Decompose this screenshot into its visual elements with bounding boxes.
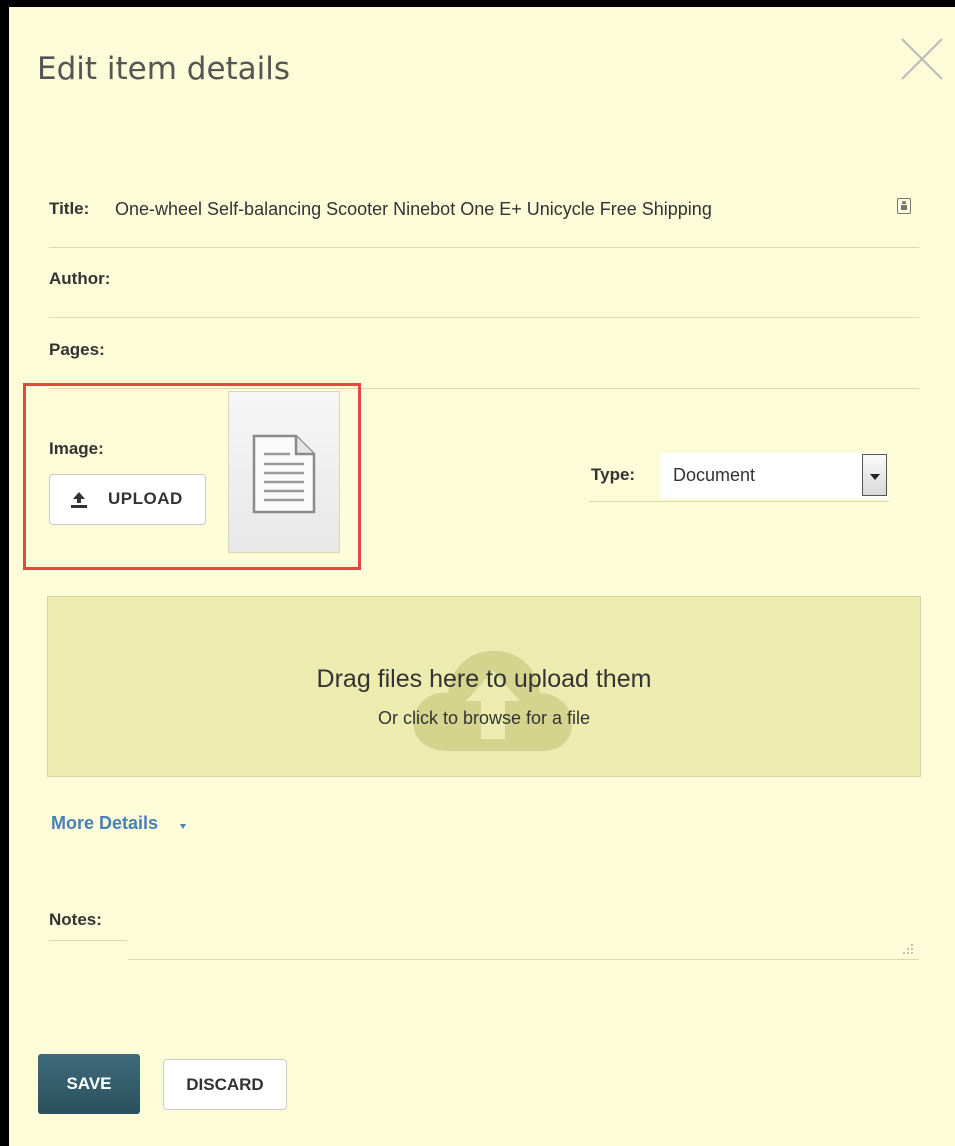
notes-label: Notes: — [49, 910, 102, 929]
file-dropzone[interactable]: Drag files here to upload them Or click … — [47, 596, 921, 777]
author-label: Author: — [49, 269, 111, 288]
title-value[interactable]: One-wheel Self-balancing Scooter Ninebot… — [115, 198, 712, 220]
edit-item-dialog: Edit item details Title: One-wheel Self-… — [9, 7, 955, 1146]
type-label: Type: — [591, 465, 636, 484]
upload-button[interactable]: UPLOAD — [49, 474, 206, 525]
contact-card-icon[interactable] — [897, 198, 911, 214]
image-label: Image: — [49, 439, 104, 458]
more-details-label: More Details — [51, 813, 159, 833]
title-label: Title: — [49, 199, 90, 218]
more-details-link[interactable]: More Details — [51, 813, 186, 834]
notes-label-divider — [49, 940, 127, 941]
dropzone-title: Drag files here to upload them — [316, 665, 652, 693]
close-icon[interactable] — [898, 35, 946, 83]
pages-field[interactable]: Pages: — [49, 339, 919, 389]
image-thumbnail — [228, 391, 340, 553]
dialog-title: Edit item details — [37, 51, 291, 87]
upload-button-label: UPLOAD — [108, 489, 183, 508]
pages-label: Pages: — [49, 340, 105, 359]
upload-icon — [71, 492, 87, 508]
dropzone-subtitle: Or click to browse for a file — [377, 708, 591, 728]
resize-grip-icon[interactable] — [902, 943, 914, 955]
caret-down-icon — [180, 824, 186, 829]
document-icon — [252, 434, 316, 514]
title-field[interactable]: Title: One-wheel Self-balancing Scooter … — [49, 198, 919, 248]
type-select[interactable]: Document — [660, 453, 887, 499]
author-field[interactable]: Author: — [49, 268, 919, 318]
type-field: Type: Document — [589, 453, 889, 502]
notes-input[interactable] — [128, 940, 919, 960]
chevron-down-icon[interactable] — [862, 454, 887, 496]
type-selected-value: Document — [673, 465, 756, 485]
discard-button[interactable]: DISCARD — [163, 1059, 287, 1110]
save-button[interactable]: SAVE — [38, 1054, 140, 1114]
